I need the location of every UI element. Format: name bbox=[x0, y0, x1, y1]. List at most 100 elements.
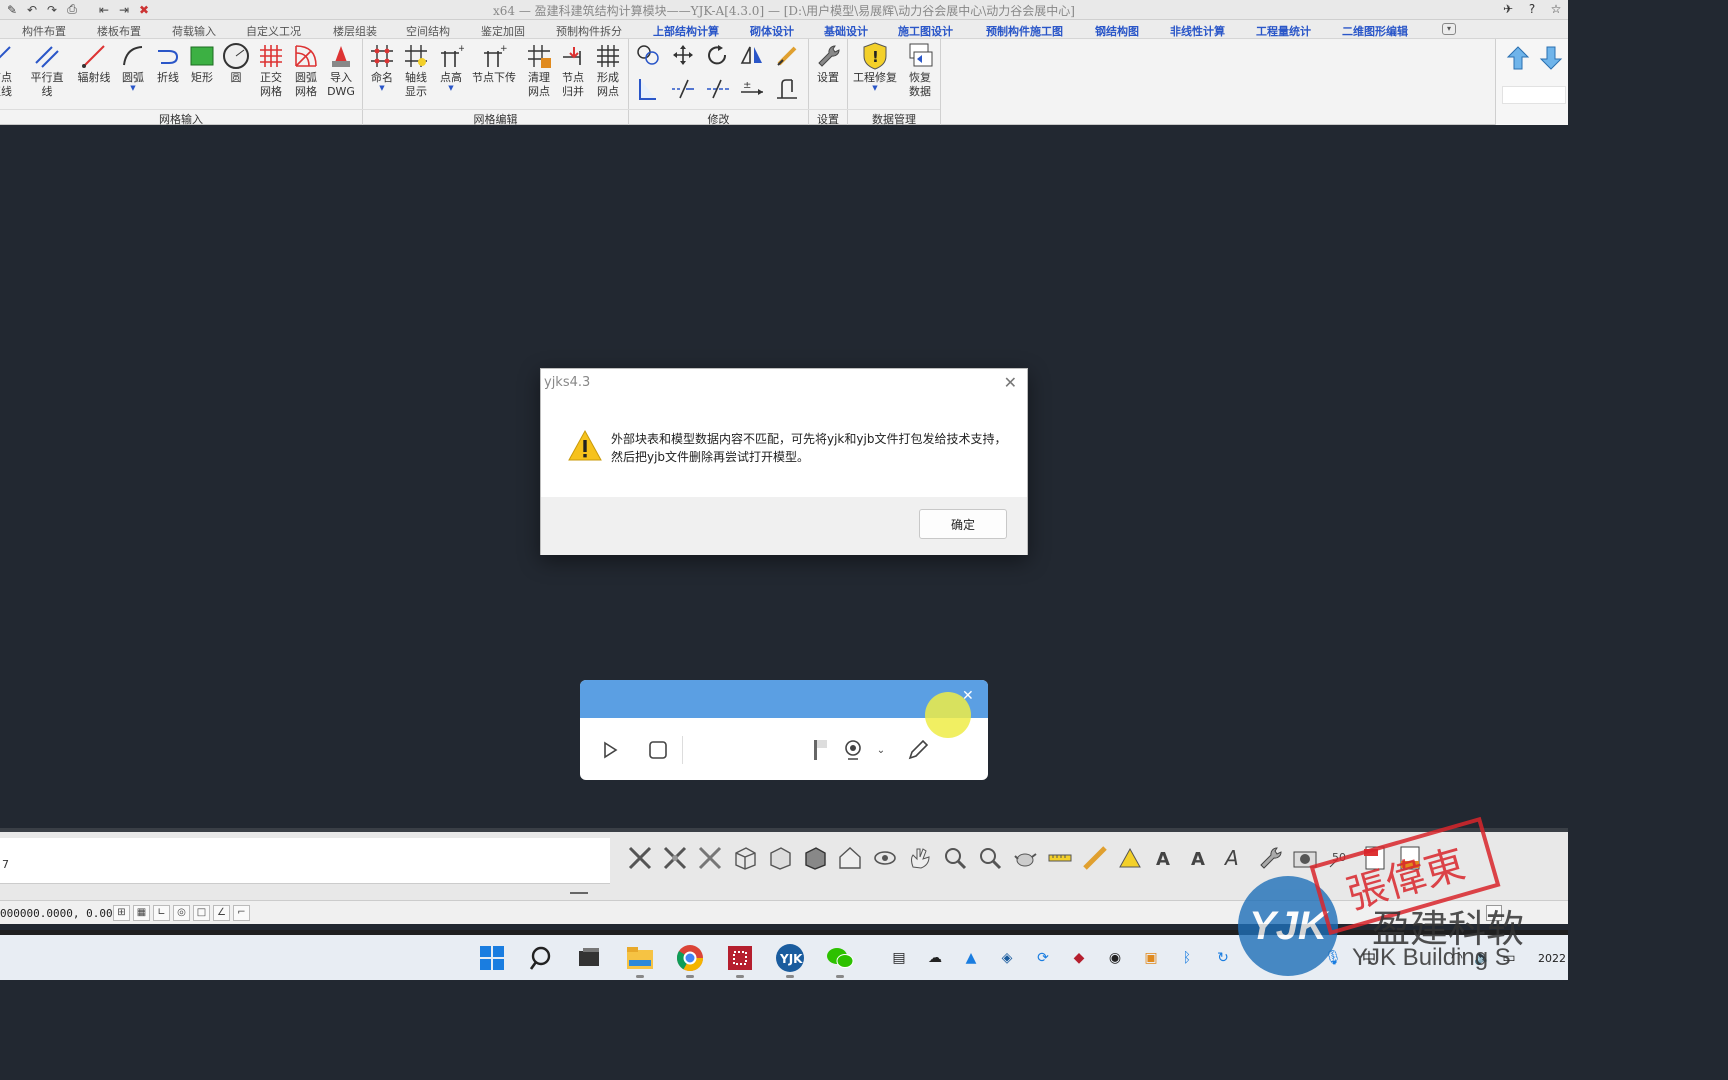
menu-item-spatial[interactable]: 空间结构 bbox=[406, 23, 450, 39]
sync-icon[interactable]: ⟳ bbox=[1032, 947, 1054, 969]
tool-restore-data[interactable]: 恢复 数据 bbox=[901, 41, 939, 99]
tool-arc-grid[interactable]: 圆弧 网格 bbox=[287, 41, 325, 99]
ok-button[interactable]: 确定 bbox=[919, 509, 1007, 539]
wrench-icon[interactable] bbox=[1254, 843, 1285, 874]
ortho-icon[interactable]: ∟ bbox=[153, 905, 170, 921]
menu-item-load[interactable]: 荷载输入 bbox=[172, 23, 216, 39]
move-icon[interactable] bbox=[669, 43, 697, 67]
cube-solid-icon[interactable] bbox=[799, 843, 830, 874]
measure-icon[interactable] bbox=[1044, 843, 1075, 874]
battery-icon[interactable]: ▭ bbox=[1498, 947, 1520, 969]
module-precast-drawings[interactable]: 预制构件施工图 bbox=[986, 23, 1063, 39]
camera-icon[interactable] bbox=[1289, 843, 1320, 874]
wifi-icon[interactable]: ◠ bbox=[1446, 947, 1468, 969]
snap-icon[interactable]: ⊞ bbox=[113, 905, 130, 921]
refresh-icon[interactable]: ↻ bbox=[1212, 947, 1234, 969]
command-panel[interactable]: 7 bbox=[0, 838, 610, 884]
file-explorer-icon[interactable] bbox=[624, 942, 656, 978]
offset-icon[interactable] bbox=[634, 77, 662, 101]
tray-camera-icon[interactable]: ◉ bbox=[1104, 947, 1126, 969]
floor-down-icon[interactable] bbox=[1539, 45, 1563, 74]
angle-icon[interactable] bbox=[1114, 843, 1145, 874]
tool-rectangle[interactable]: 矩形 bbox=[183, 41, 221, 85]
house-icon[interactable] bbox=[834, 843, 865, 874]
brush-icon[interactable] bbox=[773, 43, 801, 67]
cross-tools-icon[interactable] bbox=[694, 843, 725, 874]
tray-tool-icon[interactable]: ◆ bbox=[1068, 947, 1090, 969]
taskbar-clock[interactable]: 2022 bbox=[1538, 952, 1566, 965]
tool-point-height[interactable]: + 点高 ▼ bbox=[432, 41, 470, 92]
scissors-icon[interactable] bbox=[659, 843, 690, 874]
close-icon[interactable]: ✕ bbox=[962, 688, 974, 704]
grid-display-icon[interactable]: ▦ bbox=[133, 905, 150, 921]
floor-select[interactable] bbox=[1502, 86, 1566, 104]
tool-axis-display[interactable]: 轴线 显示 bbox=[397, 41, 435, 99]
task-view-icon[interactable] bbox=[573, 942, 605, 974]
module-superstructure[interactable]: 上部结构计算 bbox=[653, 23, 719, 39]
tool-name[interactable]: 命名 ▼ bbox=[363, 41, 401, 92]
pan-hand-icon[interactable] bbox=[904, 843, 935, 874]
dwg-export-icon[interactable] bbox=[1394, 843, 1425, 874]
copy-icon[interactable] bbox=[634, 43, 662, 67]
volume-icon[interactable]: 🔈 bbox=[1472, 947, 1494, 969]
tool-merge-nodes[interactable]: 节点 归并 bbox=[554, 41, 592, 99]
module-masonry[interactable]: 砌体设计 bbox=[750, 23, 794, 39]
yjk-app-icon[interactable]: YJK bbox=[774, 942, 806, 978]
tool-clean-nodes[interactable]: 清理 网点 bbox=[520, 41, 558, 99]
module-foundation[interactable]: 基础设计 bbox=[824, 23, 868, 39]
angle-snap-icon[interactable]: ∠ bbox=[213, 905, 230, 921]
tool-node-pass-down[interactable]: + 节点下传 bbox=[470, 41, 518, 85]
star-icon[interactable]: ☆ bbox=[1548, 2, 1564, 18]
menu-item-slab[interactable]: 楼板布置 bbox=[97, 23, 141, 39]
cube-wire-icon[interactable] bbox=[729, 843, 760, 874]
windows-start-icon[interactable] bbox=[476, 942, 508, 974]
tool-parallel-line[interactable]: 平行直线 bbox=[27, 41, 67, 99]
fillet-icon[interactable] bbox=[773, 77, 801, 101]
tools-icon[interactable] bbox=[624, 843, 655, 874]
tool-orthogonal-grid[interactable]: 正交 网格 bbox=[252, 41, 290, 99]
search-icon[interactable] bbox=[525, 942, 557, 974]
tray-office-icon[interactable]: ▣ bbox=[1140, 947, 1162, 969]
menu-item-precast-split[interactable]: 预制构件拆分 bbox=[556, 23, 622, 39]
orbit-icon[interactable] bbox=[869, 843, 900, 874]
tray-app-icon[interactable]: ▤ bbox=[888, 947, 910, 969]
tool-arc[interactable]: 圆弧 ▼ bbox=[114, 41, 152, 92]
ruler-icon[interactable] bbox=[1079, 843, 1110, 874]
text-style-icon[interactable]: A bbox=[1219, 843, 1250, 874]
input-method-icon[interactable]: 中 bbox=[1358, 947, 1380, 969]
stretch-icon[interactable]: ± bbox=[738, 77, 766, 101]
extend-icon[interactable] bbox=[669, 77, 697, 101]
trim-icon[interactable] bbox=[704, 77, 732, 101]
bluetooth-icon[interactable]: ᛒ bbox=[1176, 947, 1198, 969]
polar-icon[interactable]: ◎ bbox=[173, 905, 190, 921]
tool-node-line[interactable]: 节点 直线 bbox=[0, 41, 20, 99]
microphone-icon[interactable]: 🎙 bbox=[1322, 947, 1344, 969]
tool-project-repair[interactable]: ! 工程修复 ▼ bbox=[852, 41, 898, 92]
tool-settings[interactable]: 设置 bbox=[809, 41, 847, 85]
webcam-icon[interactable] bbox=[842, 738, 866, 762]
text-up-icon[interactable]: A bbox=[1149, 843, 1180, 874]
resize-grip[interactable] bbox=[570, 892, 588, 894]
mirror-icon[interactable] bbox=[738, 43, 766, 67]
module-2d-edit[interactable]: 二维图形编辑 bbox=[1342, 23, 1408, 39]
recorder-app-icon[interactable] bbox=[724, 942, 756, 978]
dimension-icon[interactable]: 50 bbox=[1324, 843, 1355, 874]
help-icon[interactable]: ? bbox=[1524, 2, 1540, 18]
menu-item-floor-assembly[interactable]: 楼层组装 bbox=[333, 23, 377, 39]
chevron-down-icon[interactable]: ▾ bbox=[1442, 23, 1456, 35]
close-icon[interactable]: ✕ bbox=[1004, 373, 1017, 392]
layout-icon[interactable] bbox=[1486, 905, 1502, 921]
rotate-icon[interactable] bbox=[704, 43, 732, 67]
stop-icon[interactable] bbox=[646, 738, 670, 762]
menu-item-custom-case[interactable]: 自定义工况 bbox=[246, 23, 301, 39]
pin-icon[interactable]: ✈ bbox=[1500, 2, 1516, 18]
tool-import-dwg[interactable]: 导入 DWG bbox=[322, 41, 360, 99]
module-quantity[interactable]: 工程量统计 bbox=[1256, 23, 1311, 39]
play-icon[interactable] bbox=[598, 738, 622, 762]
module-nonlinear[interactable]: 非线性计算 bbox=[1170, 23, 1225, 39]
autodesk-icon[interactable]: ▲ bbox=[960, 947, 982, 969]
tool-form-nodes[interactable]: 形成 网点 bbox=[589, 41, 627, 99]
module-drawings[interactable]: 施工图设计 bbox=[898, 23, 953, 39]
zoom-icon[interactable] bbox=[974, 843, 1005, 874]
chrome-icon[interactable] bbox=[674, 942, 706, 978]
